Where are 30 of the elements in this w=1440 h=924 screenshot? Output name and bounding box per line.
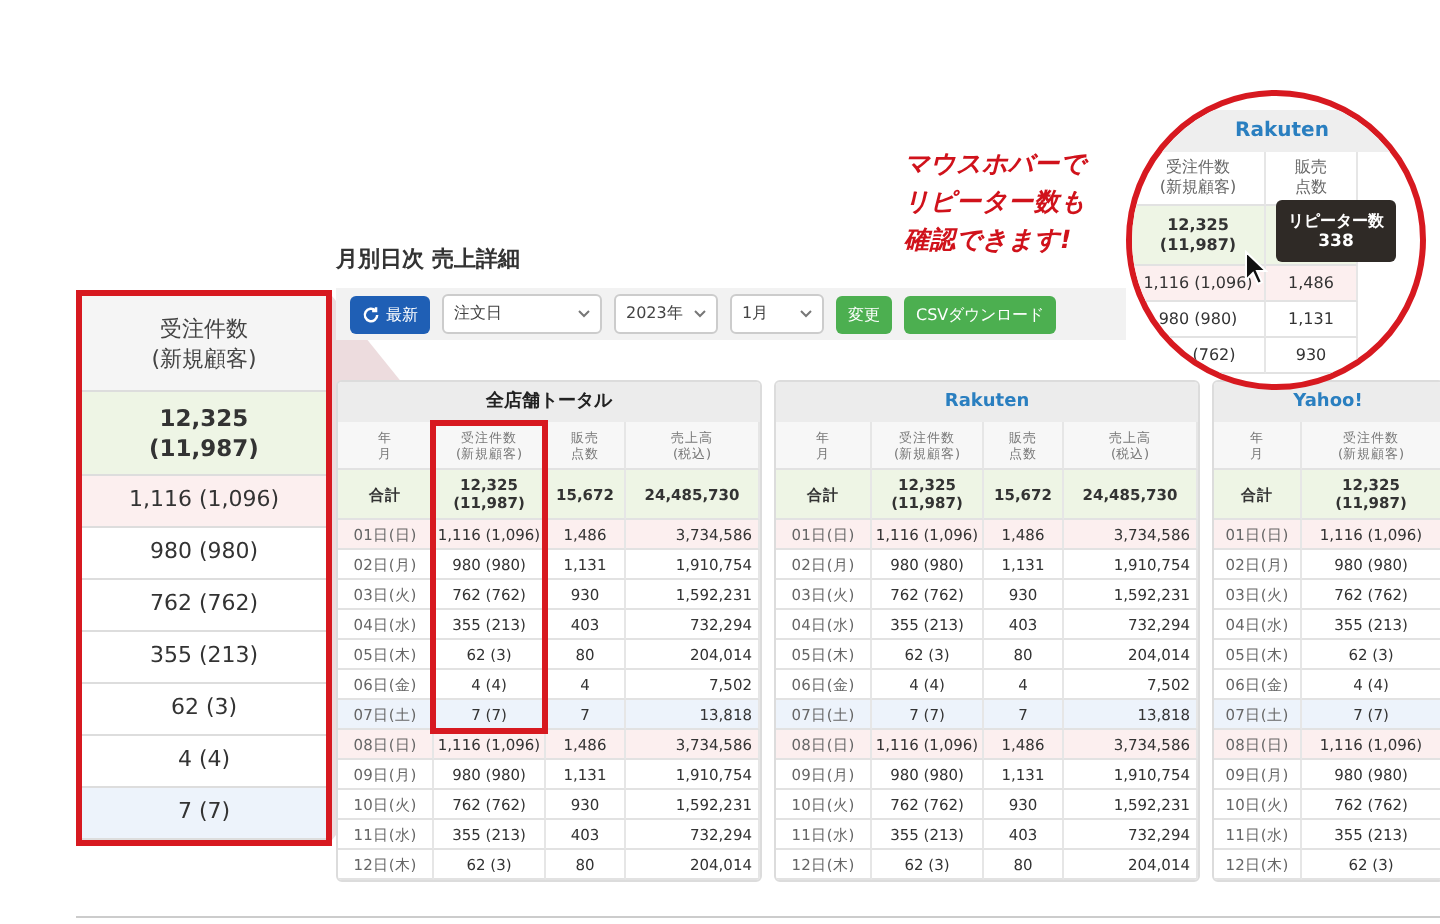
table-cell: 980 (980) [1132,302,1266,338]
year-select[interactable]: 2023年 [614,294,718,334]
column-header: 受注件数 (新規顧客) [82,296,326,392]
month-select[interactable]: 1月 [730,294,824,334]
refresh-icon [362,305,380,323]
table-cell: 930 [1266,338,1358,374]
tooltip-value: 338 [1318,231,1354,253]
tooltip-label: リピーター数 [1288,209,1384,231]
chevron-down-icon [694,310,706,318]
table-cell: (762) [1132,338,1266,374]
panel-title: Rakuten [776,382,1198,422]
table-cell: 1,116 (1,096) [1132,266,1266,302]
chevron-down-icon [800,310,812,318]
table-cell: 62 (3) [82,684,326,736]
date-type-select[interactable]: 注文日 [442,294,602,334]
panel-title: Yahoo! [1214,382,1440,422]
table-cell: 7 (7) [82,788,326,840]
table-cell: 12,325 (11,987) [82,392,326,476]
chevron-down-icon [578,310,590,318]
table-cell: 1,131 [1266,302,1358,338]
panel-title: 全店舗トータル [338,382,760,422]
annotation-text: マウスホバーでリピーター数も確認できます! [904,146,1087,258]
table-cell: 12,325 (11,987) [1132,206,1266,266]
table-cell: 355 (213) [82,632,326,684]
table-cell: 762 (762) [82,580,326,632]
refresh-button[interactable]: 最新 [350,295,430,333]
table-cell: 1,116 (1,096) [82,476,326,528]
table-cell: 1,486 [1266,266,1358,302]
page-title: 月別日次 売上詳細 [336,244,520,276]
table-cell: 980 (980) [82,528,326,580]
